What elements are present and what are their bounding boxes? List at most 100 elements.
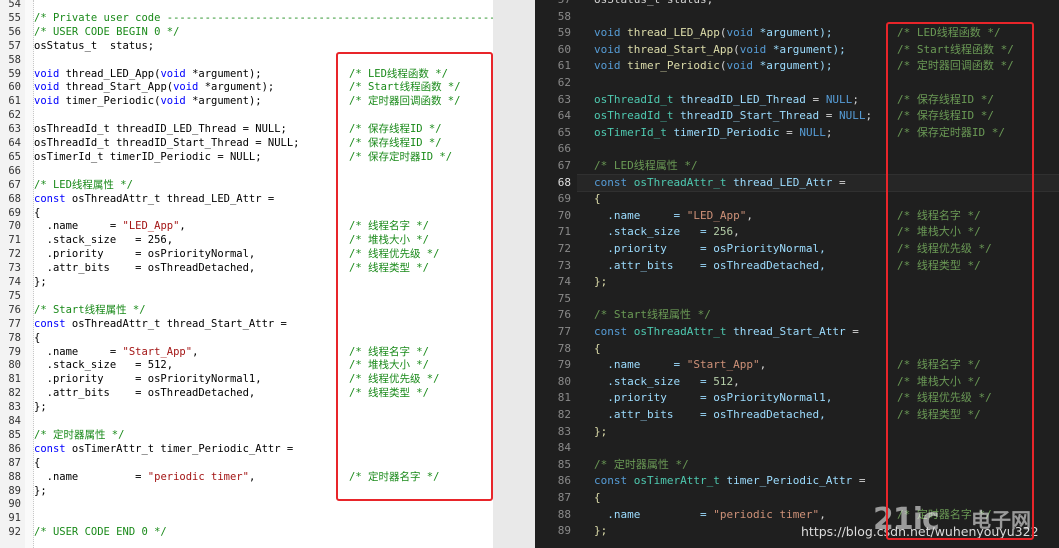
code-token: /* LED线程属性 */	[34, 178, 133, 191]
code-token: .name =	[594, 358, 687, 372]
line-number: 76	[8, 303, 21, 316]
code-text: const osThreadAttr_t thread_Start_Attr =	[34, 317, 287, 331]
code-text: const osThreadAttr_t thread_Start_Attr =	[594, 324, 859, 341]
code-text: void thread_Start_App(void *argument);	[34, 80, 274, 94]
line-number: 80	[8, 359, 21, 372]
code-token: osTimerAttr_t	[633, 474, 727, 488]
code-token: {	[594, 341, 601, 355]
code-token: void	[726, 59, 753, 73]
code-line[interactable]: 55 /* Private user code -----------------…	[0, 11, 493, 25]
code-token: "Start_App"	[686, 358, 760, 372]
code-line[interactable]: 57 osStatus_t status;	[0, 39, 493, 53]
code-line[interactable]: 91	[0, 511, 493, 525]
code-token: void	[34, 81, 60, 94]
code-line[interactable]: 57 osStatus_t status;	[535, 0, 1059, 9]
code-token: threadID_Start_Thread	[680, 109, 820, 123]
code-line[interactable]: 54	[0, 0, 493, 11]
line-number: 74	[8, 276, 21, 288]
line-number: 60	[557, 42, 571, 56]
line-number: 67	[557, 159, 571, 172]
code-token: osThreadAttr_t thread_Start_Attr =	[65, 317, 287, 330]
line-number: 64	[557, 109, 571, 123]
code-text: /* Private user code -------------------…	[34, 11, 493, 25]
code-text: /* LED线程属性 */	[594, 158, 698, 175]
code-text: .priority = osPriorityNormal1,	[34, 372, 262, 386]
code-token: {	[34, 456, 41, 469]
code-token: thread_LED_App(	[59, 67, 161, 80]
code-token: NULL	[825, 92, 853, 106]
code-token: =	[832, 175, 846, 189]
code-token: void	[34, 67, 60, 80]
code-text: osThreadId_t threadID_LED_Thread = NULL;	[594, 92, 859, 109]
line-number: 63	[557, 92, 571, 106]
code-token: const	[34, 317, 66, 330]
line-number: 78	[557, 341, 571, 355]
code-line[interactable]: 92 /* USER CODE END 0 */	[0, 525, 493, 539]
code-text: .attr_bits = osThreadDetached,	[34, 261, 256, 275]
code-token: {	[594, 491, 601, 504]
code-token: void	[173, 81, 199, 94]
code-text: .attr_bits = osThreadDetached,	[594, 407, 826, 424]
code-token: timer_Periodic_Attr	[726, 474, 853, 488]
code-token: =	[845, 325, 859, 338]
code-line[interactable]: 56 /* USER CODE BEGIN 0 */	[0, 25, 493, 39]
code-text: .stack_size = 512,	[594, 374, 739, 391]
code-token: thread_LED_Attr	[733, 175, 833, 189]
code-text: const osThreadAttr_t thread_LED_Attr =	[594, 175, 846, 192]
code-text: .name = "periodic timer",	[594, 507, 826, 524]
code-token: .stack_size =	[594, 374, 714, 388]
code-token: };	[594, 275, 608, 289]
code-text: {	[34, 206, 40, 220]
code-token: const	[594, 325, 634, 338]
code-text: };	[34, 275, 47, 289]
code-token: "LED_App"	[122, 220, 180, 233]
line-number: 83	[8, 401, 21, 414]
code-token: void	[726, 26, 753, 40]
code-token: osTimerAttr_t timer_Periodic_Attr =	[65, 442, 294, 455]
line-number: 78	[8, 331, 21, 344]
code-text: .name = "Start_App",	[594, 357, 766, 374]
code-text: .name = "LED_App",	[34, 219, 186, 233]
right-comment-highlight-box	[886, 22, 1034, 540]
line-number: 59	[8, 67, 21, 80]
code-text: .attr_bits = osThreadDetached,	[594, 258, 826, 275]
code-text: /* USER CODE END 0 */	[34, 525, 167, 539]
line-number: 59	[557, 26, 571, 40]
code-token: osStatus_t status;	[34, 39, 155, 52]
code-token: const	[34, 192, 66, 205]
line-number: 65	[557, 125, 571, 139]
code-text: .priority = osPriorityNormal,	[34, 247, 256, 261]
line-number: 86	[557, 474, 571, 488]
code-text: /* USER CODE BEGIN 0 */	[34, 25, 179, 39]
code-text: osThreadId_t threadID_LED_Thread = NULL;	[34, 122, 287, 136]
line-number: 76	[557, 308, 571, 322]
code-text: };	[34, 484, 47, 498]
code-token: osTimerId_t timerID_Periodic = NULL;	[34, 150, 262, 163]
code-token: thread_Start_App(	[59, 81, 174, 94]
code-token: void	[160, 67, 186, 80]
line-number: 71	[557, 225, 571, 239]
code-token: };	[594, 524, 608, 538]
code-token: void	[594, 42, 628, 56]
line-number: 54	[8, 0, 21, 10]
code-token: thread_Start_Attr	[733, 325, 846, 338]
code-text: };	[594, 424, 607, 441]
code-token: osThreadAttr_t	[633, 175, 734, 189]
code-token: timer_Periodic	[627, 59, 720, 73]
code-token: osThreadAttr_t	[633, 325, 734, 338]
code-token: void	[34, 95, 60, 108]
line-number: 56	[8, 25, 21, 38]
line-number: 84	[8, 415, 21, 427]
code-token: ,	[746, 208, 753, 222]
code-text: .name = "periodic timer",	[34, 470, 256, 484]
line-number: 63	[8, 123, 21, 136]
code-text: osThreadId_t threadID_Start_Thread = NUL…	[594, 108, 872, 125]
code-token: .attr_bits = osThreadDetached,	[594, 258, 826, 272]
line-number: 61	[8, 95, 21, 108]
code-text: .priority = osPriorityNormal1,	[594, 390, 832, 407]
code-text: void thread_Start_App(void *argument);	[594, 42, 846, 59]
line-number: 64	[8, 137, 21, 149]
line-number: 69	[557, 192, 571, 206]
code-token: =	[805, 92, 826, 106]
line-number: 75	[557, 291, 571, 305]
